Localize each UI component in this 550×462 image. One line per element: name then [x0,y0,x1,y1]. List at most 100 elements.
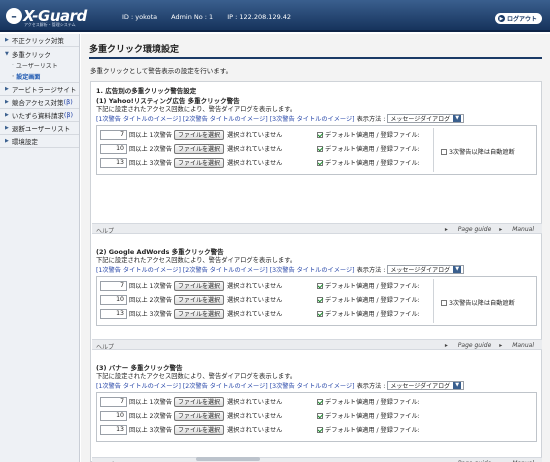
sidebar-item-competitor[interactable]: ▶ 競合アクセス対策 (β) [0,96,79,109]
sidebar-item-environment[interactable]: ▶ 環境設定 [0,135,79,148]
choose-file-button[interactable]: ファイルを選択 [174,280,225,291]
warning-label: 回以上 3次警告 [129,427,173,434]
count-input[interactable]: 13 [100,424,127,435]
legend-link-3[interactable]: [3次警告 タイトルのイメージ] [270,114,355,123]
sidebar-sub-label: ユーザーリスト [15,63,58,70]
legend-row: [1次警告 タイトルのイメージ] [2次警告 タイトルのイメージ] [3次警告 … [96,264,537,274]
sidebar-sub-settings[interactable]: · 設定画面 [0,71,79,82]
default-apply-checkbox[interactable] [317,412,324,419]
sidebar-item-multi-click[interactable]: ▼ 多重クリック [0,47,79,60]
block-title: (3) バナー 多重クリック警告 [96,364,183,372]
sidebar-item-prank[interactable]: ▶ いたずら資料請求 (β) [0,109,79,122]
legend-link-2[interactable]: [2次警告 タイトルのイメージ] [183,114,268,123]
default-apply-checkbox[interactable] [317,426,324,433]
count-input[interactable]: 10 [100,143,127,154]
sidebar-item-affiliate[interactable]: ▶ アービトラージサイト [0,83,79,96]
display-method-select[interactable]: メッセージダイアログ ▼ [387,113,465,123]
warning-block-yahoo: (1) Yahoo!リスティング広告 多重クリック警告 下記に設定されたアクセス… [96,95,537,175]
title-divider [89,57,542,59]
count-input[interactable]: 7 [100,129,127,140]
count-input[interactable]: 7 [100,396,127,407]
default-apply-label: デフォルト値適用 / 登録ファイル: [325,427,420,434]
default-apply-checkbox[interactable] [317,398,324,405]
warning-row: 7 回以上 1次警告 ファイルを選択 選択されていません デフォルト値適用 / … [100,280,420,291]
app-header: – X-Guard アクセス解析・管理システム ID : yokota Admi… [0,0,550,32]
warning-block-banner: (3) バナー 多重クリック警告 下記に設定されたアクセス回数により、警告ダイア… [96,362,537,442]
legend-link-2[interactable]: [2次警告 タイトルのイメージ] [183,381,268,390]
count-input[interactable]: 13 [100,157,127,168]
sidebar-item-label: 競合アクセス対策 [11,99,64,107]
page-guide-label: Page guide [457,342,492,349]
arrow-right-icon: ▶ [497,15,505,22]
ip-address: IP : 122.208.129.42 [227,13,292,21]
manual-link[interactable]: ▸ Manual [499,226,534,233]
logout-label: ログアウト [506,16,537,23]
scrollbar[interactable] [196,457,260,461]
default-apply-checkbox[interactable] [317,159,324,166]
default-apply-checkbox[interactable] [317,310,324,317]
warning-row: 10 回以上 2次警告 ファイルを選択 選択されていません デフォルト値適用 /… [100,410,420,421]
choose-file-button[interactable]: ファイルを選択 [174,424,225,435]
default-apply-checkbox[interactable] [317,131,324,138]
count-input[interactable]: 10 [100,294,127,305]
choose-file-button[interactable]: ファイルを選択 [174,396,225,407]
choose-file-button[interactable]: ファイルを選択 [174,294,225,305]
sidebar: ▶ 不正クリック対策 ▼ 多重クリック · ユーザーリスト · 設定画面 ▶ ア… [0,34,80,462]
warning-settings-box: 7 回以上 1次警告 ファイルを選択 選択されていません デフォルト値適用 / … [96,276,537,326]
choose-file-button[interactable]: ファイルを選択 [174,308,225,319]
default-apply-checkbox[interactable] [317,296,324,303]
auto-block-checkbox[interactable] [441,299,447,306]
page-guide-link[interactable]: ▸ Page guide [445,226,491,233]
arrow-right-icon: ▶ [5,86,9,92]
sidebar-item-withdraw[interactable]: ▶ 退断ユーザーリスト [0,122,79,135]
legend-link-3[interactable]: [3次警告 タイトルのイメージ] [270,381,355,390]
choose-file-button[interactable]: ファイルを選択 [174,410,225,421]
section-title: 1. 広告別の多重クリック警告設定 [96,87,197,95]
block-title: (1) Yahoo!リスティング広告 多重クリック警告 [96,97,240,105]
help-toggle[interactable]: ヘルプ [96,342,114,351]
file-status: 選択されていません [227,283,283,290]
legend-link-1[interactable]: [1次警告 タイトルのイメージ] [96,114,181,123]
warning-row: 13 回以上 3次警告 ファイルを選択 選択されていません デフォルト値適用 /… [100,157,420,168]
warning-label: 回以上 2次警告 [129,297,173,304]
main-content: 多重クリック環境設定 多重クリックとして警告表示の設定を行います。 1. 広告別… [81,34,550,462]
page-guide-link[interactable]: ▸ Page guide [445,342,491,349]
choose-file-button[interactable]: ファイルを選択 [174,143,225,154]
default-apply-checkbox[interactable] [317,282,324,289]
warning-row: 13 回以上 3次警告 ファイルを選択 選択されていません デフォルト値適用 /… [100,424,420,435]
sidebar-item-fraud-click[interactable]: ▶ 不正クリック対策 [0,34,79,47]
display-method-select[interactable]: メッセージダイアログ ▼ [387,380,465,390]
warning-label: 回以上 2次警告 [129,413,173,420]
legend-link-2[interactable]: [2次警告 タイトルのイメージ] [183,265,268,274]
manual-link[interactable]: ▸ Manual [499,342,534,349]
sidebar-item-label: 退断ユーザーリスト [11,125,71,133]
default-apply-label: デフォルト値適用 / 登録ファイル: [325,297,420,304]
default-apply-label: デフォルト値適用 / 登録ファイル: [325,160,420,167]
arrow-right-icon: ▶ [5,112,9,118]
choose-file-button[interactable]: ファイルを選択 [174,129,225,140]
file-status: 選択されていません [227,160,283,167]
help-toggle[interactable]: ヘルプ [96,226,114,235]
bullet-icon: · [12,62,14,69]
logo-subtitle: アクセス解析・管理システム [24,22,76,27]
count-input[interactable]: 10 [100,410,127,421]
legend-link-3[interactable]: [3次警告 タイトルのイメージ] [270,265,355,274]
choose-file-button[interactable]: ファイルを選択 [174,157,225,168]
beta-badge: (β) [63,111,74,119]
count-input[interactable]: 7 [100,280,127,291]
user-info: ID : yokota Admin No : 1 IP : 122.208.12… [122,13,291,21]
logout-button[interactable]: ▶ ログアウト [494,13,542,24]
page-title: 多重クリック環境設定 [89,45,180,55]
manual-label: Manual [512,226,534,233]
count-input[interactable]: 13 [100,308,127,319]
legend-link-1[interactable]: [1次警告 タイトルのイメージ] [96,265,181,274]
bullet-icon: · [12,73,15,80]
default-apply-checkbox[interactable] [317,145,324,152]
display-method-select[interactable]: メッセージダイアログ ▼ [387,264,465,274]
sidebar-sub-users[interactable]: · ユーザーリスト [0,60,79,71]
auto-block-checkbox[interactable] [441,148,447,155]
display-method-label: 表示方法 : [356,382,386,390]
legend-link-1[interactable]: [1次警告 タイトルのイメージ] [96,381,181,390]
default-apply-label: デフォルト値適用 / 登録ファイル: [325,132,420,139]
help-bar: ヘルプ ▸ Page guide ▸ Manual [92,223,542,235]
